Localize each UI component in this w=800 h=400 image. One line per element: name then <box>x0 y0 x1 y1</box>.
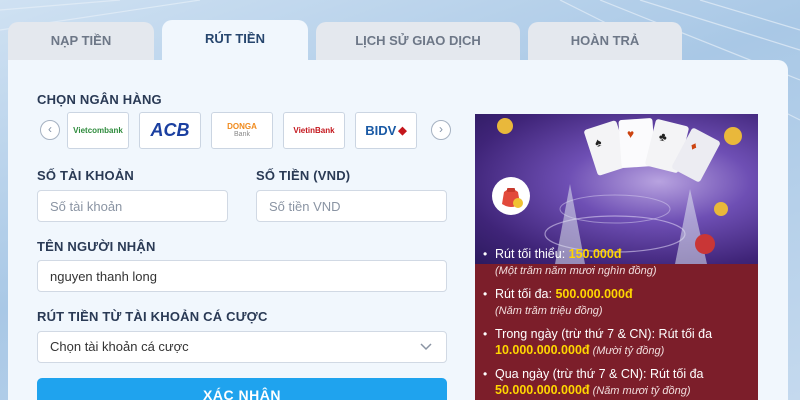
limit-text: Rút tối đa: <box>495 287 556 301</box>
bank-logo-text: DONGA <box>227 122 257 131</box>
amount-label: SỐ TIỀN (VND) <box>256 168 351 183</box>
tab-refund[interactable]: HOÀN TRẢ <box>528 22 682 62</box>
tab-withdraw[interactable]: RÚT TIỀN <box>162 20 308 62</box>
bank-bidv[interactable]: BIDV ◆ <box>355 112 417 149</box>
bank-select-label: CHỌN NGÂN HÀNG <box>37 92 162 107</box>
chevron-right-icon[interactable]: › <box>431 120 451 140</box>
tab-transaction-history[interactable]: LỊCH SỬ GIAO DỊCH <box>316 22 520 62</box>
bidv-logo-icon: ◆ <box>398 125 407 137</box>
list-item: • Trong ngày (trừ thứ 7 & CN): Rút tối đ… <box>483 326 755 359</box>
bank-logo-text: VietinBank <box>293 126 335 135</box>
list-item: • Rút tối đa: 500.000.000đ (Năm trăm tri… <box>483 286 755 319</box>
limit-text: Trong ngày (trừ thứ 7 & CN): Rút tối đa <box>495 327 713 341</box>
bank-logo-subtext: Bank <box>234 131 250 138</box>
bank-donga[interactable]: DONGA Bank <box>211 112 273 149</box>
bank-logo-text: BIDV <box>365 123 397 138</box>
limit-amount: 10.000.000.000đ <box>495 343 590 357</box>
svg-text:♥: ♥ <box>627 127 634 141</box>
limit-note: (Năm trăm triệu đồng) <box>495 305 603 317</box>
bank-acb[interactable]: ACB <box>139 112 201 149</box>
tab-deposit[interactable]: NẠP TIỀN <box>8 22 154 62</box>
bank-vietinbank[interactable]: VietinBank <box>283 112 345 149</box>
source-account-value: Chọn tài khoản cá cược <box>50 339 189 354</box>
limit-note: (Năm mươi tỷ đồng) <box>589 385 691 397</box>
bullet-icon: • <box>483 327 488 341</box>
withdraw-info-card: ♠ ♥ ♣ ♦ • Rút tối thiểu: 150.000đ (Một t… <box>475 114 758 400</box>
bank-logo-text: Vietcombank <box>73 126 123 135</box>
receiver-name-label: TÊN NGƯỜI NHẬN <box>37 239 156 254</box>
limit-amount: 500.000.000đ <box>555 287 633 301</box>
limit-amount: 150.000đ <box>568 247 622 261</box>
chevron-down-icon <box>420 343 432 351</box>
withdraw-panel: CHỌN NGÂN HÀNG ‹ Vietcombank ACB DONGA B… <box>8 60 788 400</box>
promo-banner-image: ♠ ♥ ♣ ♦ <box>475 114 758 264</box>
confirm-button[interactable]: XÁC NHẬN <box>37 378 447 400</box>
limit-note: (Một trăm năm mươi nghìn đồng) <box>495 265 657 277</box>
list-item: • Rút tối thiểu: 150.000đ (Một trăm năm … <box>483 246 755 279</box>
account-number-input[interactable] <box>37 190 228 222</box>
account-number-label: SỐ TÀI KHOẢN <box>37 168 135 183</box>
receiver-name-input[interactable] <box>37 260 447 292</box>
source-account-label: RÚT TIỀN TỪ TÀI KHOẢN CÁ CƯỢC <box>37 309 268 324</box>
tab-bar: NẠP TIỀN RÚT TIỀN LỊCH SỬ GIAO DỊCH HOÀN… <box>8 20 788 62</box>
money-bag-icon <box>492 177 530 215</box>
bullet-icon: • <box>483 367 488 381</box>
bank-vietcombank[interactable]: Vietcombank <box>67 112 129 149</box>
bank-logo-text: ACB <box>150 120 190 140</box>
bullet-icon: • <box>483 247 488 261</box>
list-item: • Qua ngày (trừ thứ 7 & CN): Rút tối đa … <box>483 366 755 399</box>
source-account-select[interactable]: Chọn tài khoản cá cược <box>37 331 447 363</box>
limit-note: (Mười tỷ đồng) <box>589 345 665 357</box>
limit-amount: 50.000.000.000đ <box>495 383 590 397</box>
chevron-left-icon[interactable]: ‹ <box>40 120 60 140</box>
amount-input[interactable] <box>256 190 447 222</box>
withdraw-limits-list: • Rút tối thiểu: 150.000đ (Một trăm năm … <box>483 246 755 400</box>
bullet-icon: • <box>483 287 488 301</box>
limit-text: Rút tối thiểu: <box>495 247 569 261</box>
limit-text: Qua ngày (trừ thứ 7 & CN): Rút tối đa <box>495 367 704 381</box>
